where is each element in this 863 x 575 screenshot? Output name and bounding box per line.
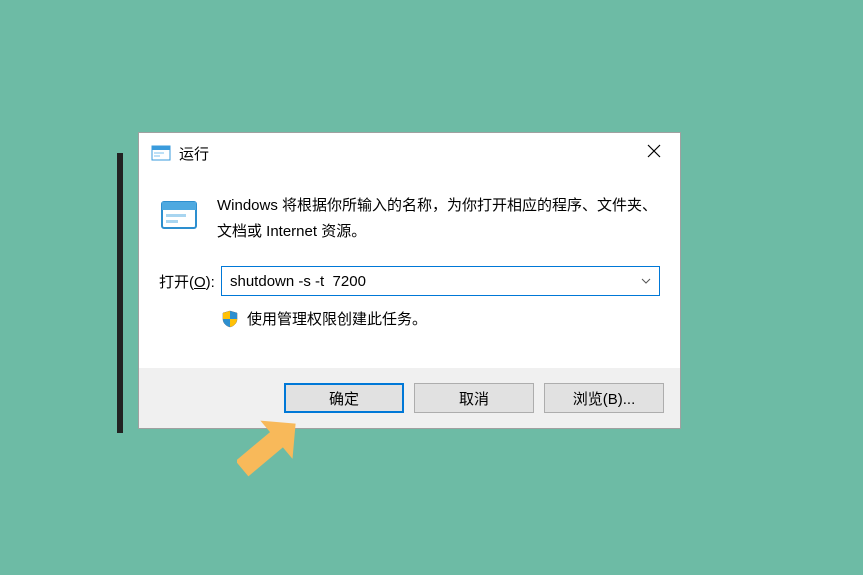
close-button[interactable]: [632, 136, 676, 166]
open-label: 打开(O):: [159, 271, 221, 292]
ok-button[interactable]: 确定: [284, 383, 404, 413]
background-window-edge: [117, 153, 123, 433]
shield-icon: [221, 310, 239, 328]
run-dialog-icon: [151, 143, 171, 163]
cancel-button[interactable]: 取消: [414, 383, 534, 413]
chevron-down-icon[interactable]: [637, 278, 655, 284]
dialog-body: Windows 将根据你所输入的名称，为你打开相应的程序、文件夹、文档或 Int…: [139, 173, 680, 329]
run-large-icon: [159, 195, 199, 235]
open-combobox[interactable]: [221, 266, 660, 296]
titlebar[interactable]: 运行: [139, 133, 680, 173]
browse-button[interactable]: 浏览(B)...: [544, 383, 664, 413]
dialog-description: Windows 将根据你所输入的名称，为你打开相应的程序、文件夹、文档或 Int…: [217, 193, 660, 244]
dialog-title: 运行: [179, 143, 632, 164]
run-dialog: 运行 Windows 将根据你所输入的名称，为你打开相应的程序、文件夹、文档或 …: [138, 132, 681, 429]
annotation-arrow: [237, 420, 307, 480]
dialog-footer: 确定 取消 浏览(B)...: [139, 368, 680, 428]
open-input[interactable]: [230, 267, 637, 295]
admin-privilege-text: 使用管理权限创建此任务。: [247, 308, 427, 329]
